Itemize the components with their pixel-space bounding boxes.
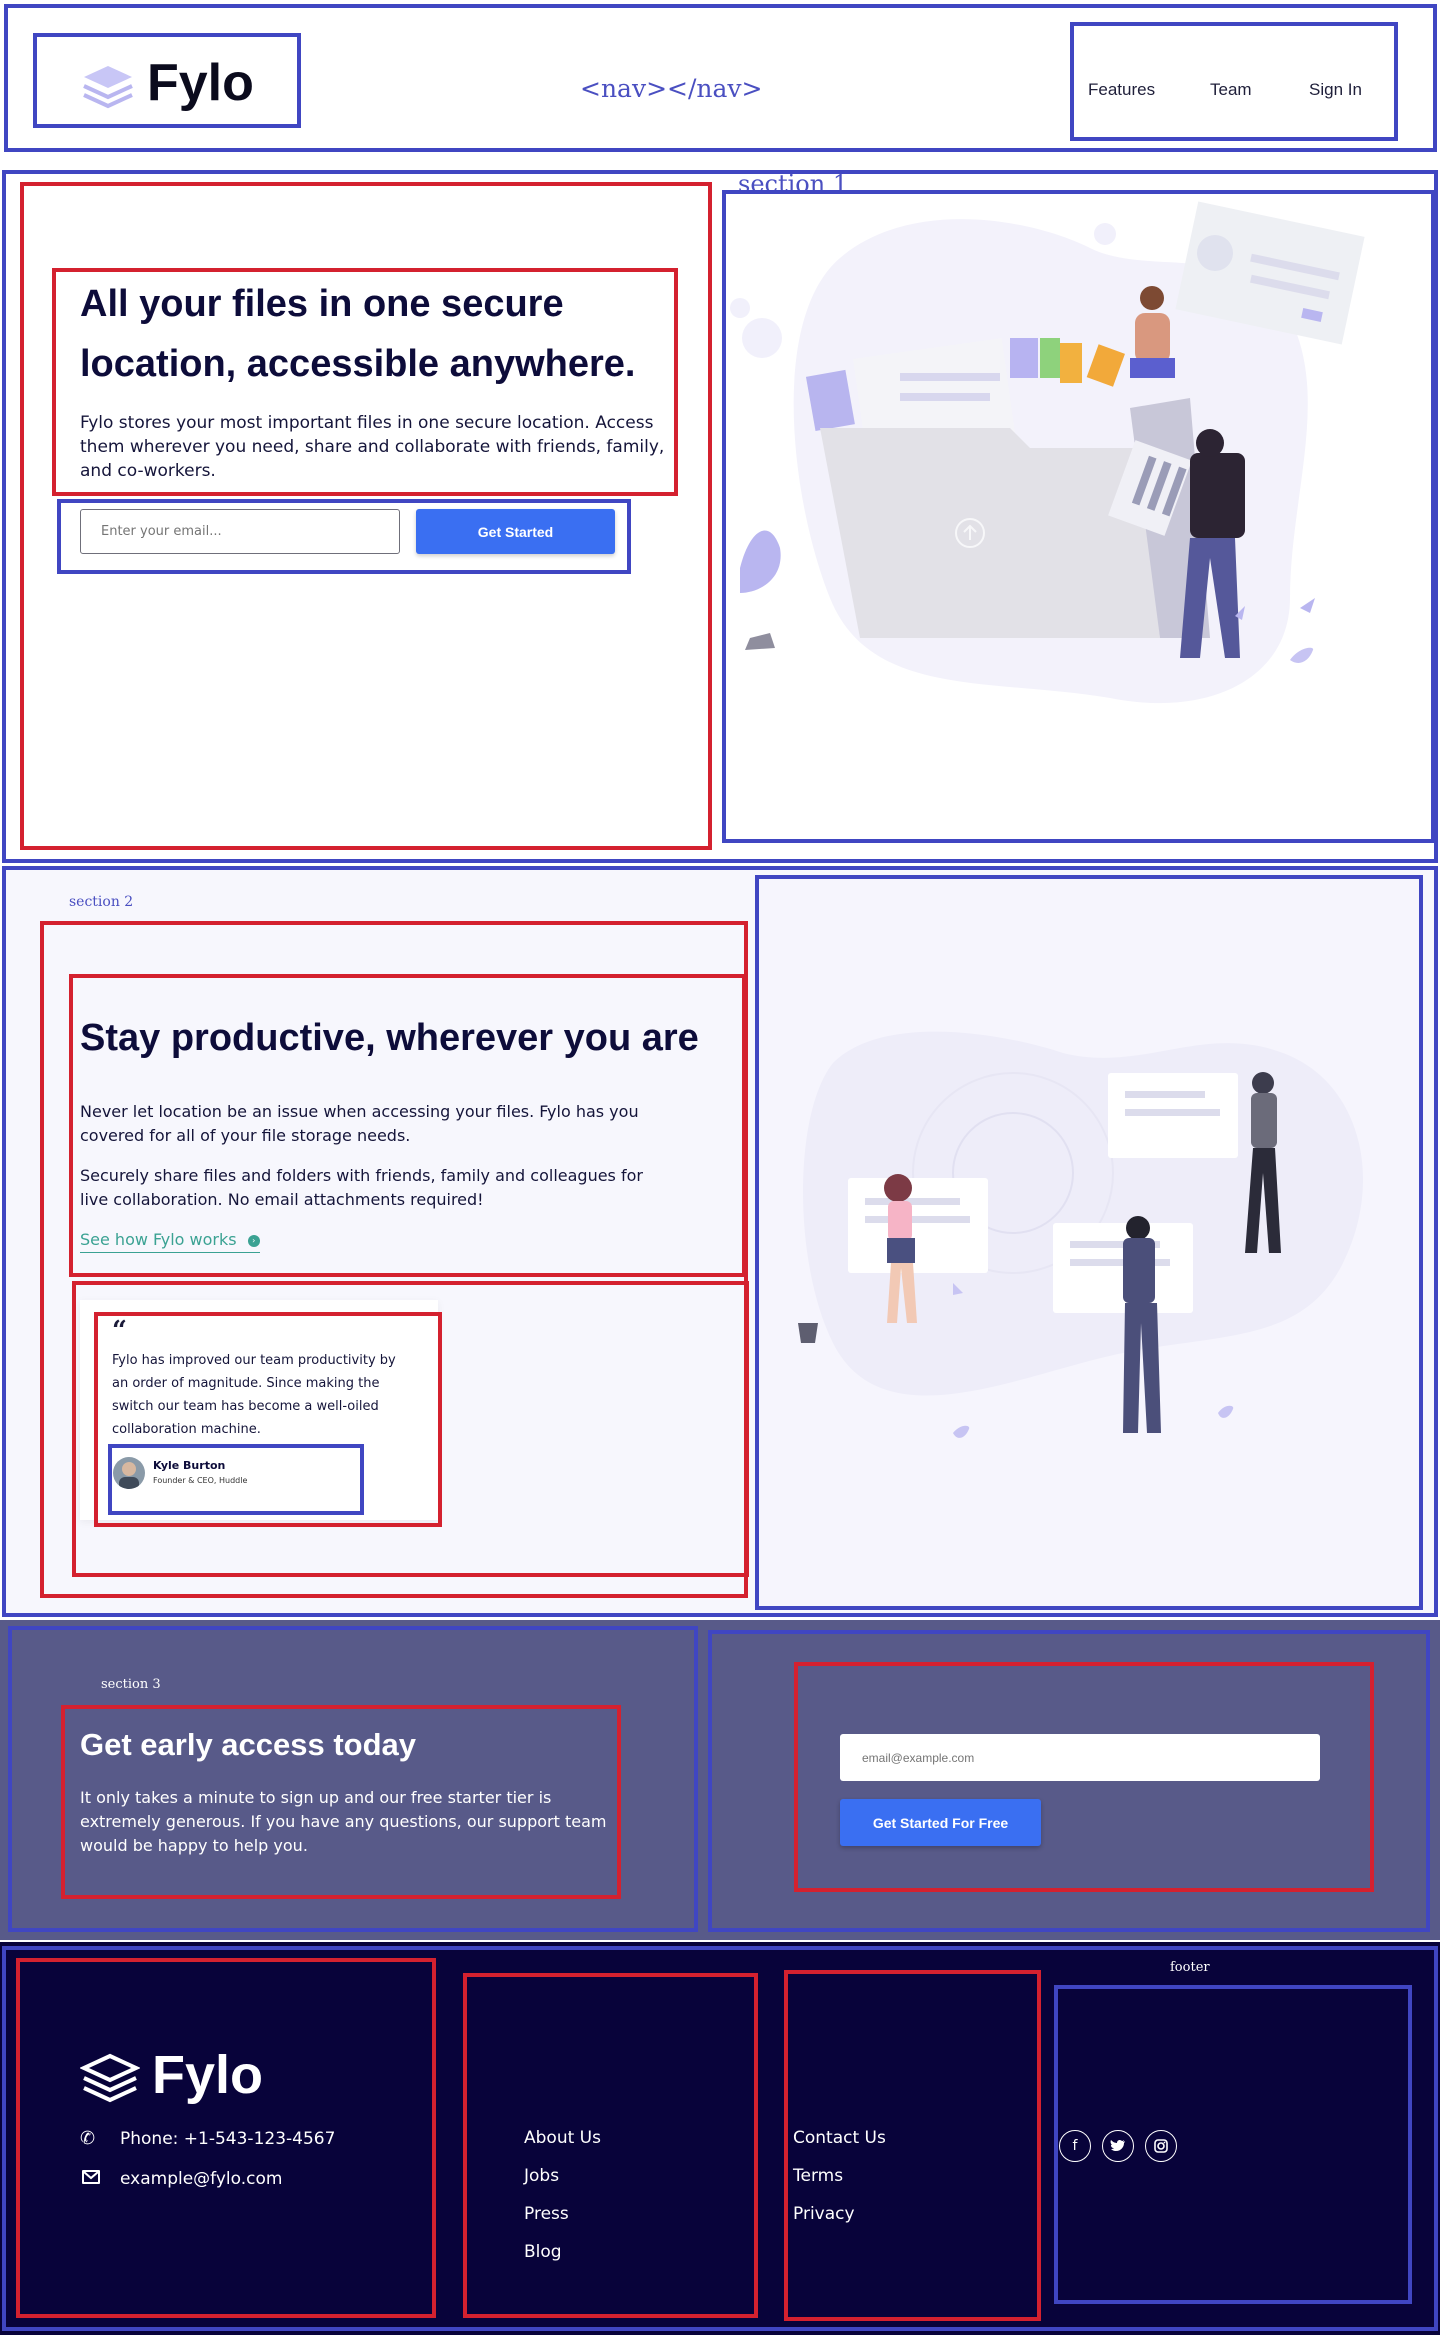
instagram-icon[interactable] <box>1145 2130 1177 2162</box>
hero-title-line2: location, accessible anywhere. <box>80 343 636 385</box>
logo-icon[interactable] <box>80 62 136 114</box>
see-how-link-label: See how Fylo works <box>80 1230 237 1249</box>
quote-icon: “ <box>112 1316 127 1346</box>
early-access-body-line3: would be happy to help you. <box>80 1836 308 1855</box>
quote-line3: switch our team has become a well-oiled <box>112 1399 379 1414</box>
early-access-body-line2: extremely generous. If you have any ques… <box>80 1812 607 1831</box>
phone-icon: ✆ <box>80 2128 96 2149</box>
footer-label: footer <box>1170 1960 1210 1975</box>
footer-brand[interactable]: Fylo <box>152 2044 263 2106</box>
productive-p1-line1: Never let location be an issue when acce… <box>80 1102 639 1121</box>
nav-features[interactable]: Features <box>1088 80 1155 100</box>
productive-title: Stay productive, wherever you are <box>80 1017 699 1059</box>
footer-email[interactable]: example@fylo.com <box>120 2169 282 2189</box>
section-label: section 3 <box>101 1677 161 1692</box>
footer-blog-link[interactable]: Blog <box>524 2242 562 2262</box>
nav-team[interactable]: Team <box>1210 80 1252 100</box>
see-how-link[interactable]: See how Fylo works › <box>80 1230 260 1253</box>
nav-placeholder-label: <nav></nav> <box>580 74 763 103</box>
quote-line1: Fylo has improved our team productivity … <box>112 1353 396 1368</box>
hero-illustration <box>730 198 1430 842</box>
footer-terms-link[interactable]: Terms <box>793 2166 843 2186</box>
brand-name[interactable]: Fylo <box>147 53 254 113</box>
person-role: Founder & CEO, Huddle <box>153 1476 248 1485</box>
hero-body-line3: and co-workers. <box>80 461 216 481</box>
early-access-title: Get early access today <box>80 1727 417 1762</box>
hero-title-line1: All your files in one secure <box>80 283 564 325</box>
footer-links-column-1 <box>463 1973 758 2318</box>
hero-email-input[interactable] <box>80 509 400 554</box>
arrow-circle-icon: › <box>247 1234 260 1247</box>
avatar <box>113 1457 145 1489</box>
footer-jobs-link[interactable]: Jobs <box>524 2166 559 2186</box>
productive-p1-line2: covered for all of your file storage nee… <box>80 1126 411 1145</box>
footer-phone: Phone: +1-543-123-4567 <box>120 2129 336 2149</box>
quote-line2: an order of magnitude. Since making the <box>112 1376 380 1391</box>
twitter-icon[interactable] <box>1102 2130 1134 2162</box>
nav-sign-in[interactable]: Sign In <box>1309 80 1362 100</box>
footer-logo-icon[interactable] <box>79 2052 141 2108</box>
early-access-body-line1: It only takes a minute to sign up and ou… <box>80 1788 552 1807</box>
quote-line4: collaboration machine. <box>112 1422 261 1437</box>
early-access-cta-button[interactable]: Get Started For Free <box>840 1799 1041 1846</box>
productive-illustration <box>763 883 1415 1607</box>
productive-p2-line1: Securely share files and folders with fr… <box>80 1166 643 1185</box>
section-label: section 2 <box>69 894 134 910</box>
hero-body-line2: them wherever you need, share and collab… <box>80 437 665 457</box>
hero-get-started-button[interactable]: Get Started <box>416 509 615 554</box>
hero-body-line1: Fylo stores your most important files in… <box>80 413 654 433</box>
productive-p2-line2: live collaboration. No email attachments… <box>80 1190 484 1209</box>
footer-contact-us-link[interactable]: Contact Us <box>793 2128 886 2148</box>
early-access-email-input[interactable] <box>840 1734 1320 1781</box>
footer-about-us-link[interactable]: About Us <box>524 2128 601 2148</box>
email-icon <box>82 2170 100 2184</box>
footer-press-link[interactable]: Press <box>524 2204 569 2224</box>
facebook-icon[interactable]: f <box>1059 2130 1091 2162</box>
footer-privacy-link[interactable]: Privacy <box>793 2204 855 2224</box>
person-name: Kyle Burton <box>153 1459 226 1472</box>
